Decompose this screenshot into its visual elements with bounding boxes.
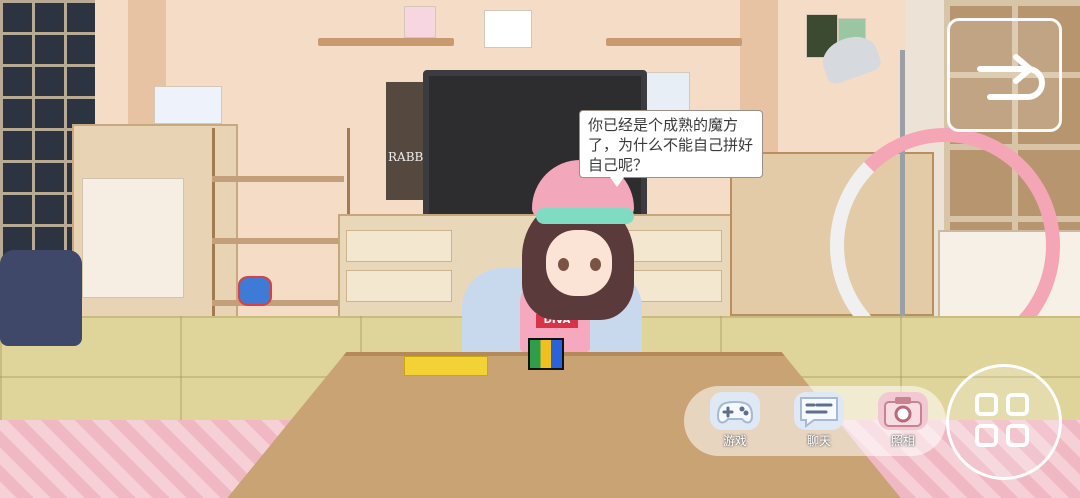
character-face (546, 230, 612, 296)
camera-button[interactable]: 照相 (870, 392, 936, 450)
cap-brim (536, 208, 634, 224)
gamepad-icon (710, 392, 760, 430)
chat-button[interactable]: 聊天 (786, 392, 852, 450)
grid-menu-icon (975, 393, 1033, 451)
school-bag (0, 250, 82, 346)
rack-shelf (212, 176, 344, 182)
rack-shelf (212, 300, 344, 306)
speech-bubble-tail (610, 177, 624, 187)
menu-button[interactable] (946, 364, 1062, 480)
chat-bubble-icon (794, 392, 844, 430)
rubiks-cube[interactable] (528, 338, 564, 370)
game-scene: RABBI DIVA 你已经是个成熟的魔方了，为什么不能自己拼好自己呢？ 游戏 … (0, 0, 1080, 498)
pocket-organizer (82, 178, 184, 298)
character-eye (558, 258, 569, 271)
rack-shelf (212, 238, 344, 244)
back-button[interactable] (947, 18, 1062, 132)
wall-drawing (484, 10, 532, 48)
dialogue-text: 你已经是个成熟的魔方了，为什么不能自己拼好自己呢？ (588, 116, 754, 174)
return-arrow-icon (977, 54, 1045, 100)
game-button[interactable]: 游戏 (702, 392, 768, 450)
character-eye (590, 258, 601, 271)
game-label: 游戏 (722, 434, 747, 448)
wall-shelf (318, 38, 454, 46)
megaminx-puzzle (238, 276, 272, 306)
wall-poster (404, 6, 436, 38)
speech-bubble: 你已经是个成熟的魔方了，为什么不能自己拼好自己呢？ (579, 110, 763, 178)
camera-icon (878, 392, 928, 430)
camera-label: 照相 (890, 434, 915, 448)
desk-calendar (154, 86, 222, 124)
action-dock: 游戏 聊天 照相 (684, 386, 946, 456)
card-stack (404, 356, 488, 376)
wall-shelf (606, 38, 742, 46)
chat-label: 聊天 (806, 434, 831, 448)
